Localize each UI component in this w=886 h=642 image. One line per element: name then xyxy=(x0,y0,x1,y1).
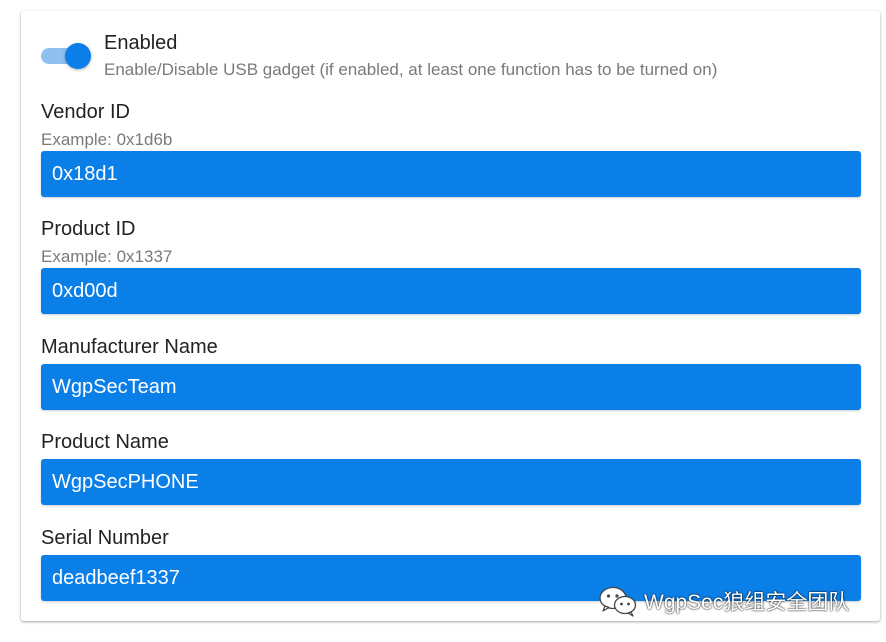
vendor-id-input[interactable]: 0x18d1 xyxy=(41,151,861,197)
vendor-id-label: Vendor ID xyxy=(41,101,130,123)
product-id-input[interactable]: 0xd00d xyxy=(41,268,861,314)
wechat-icon xyxy=(599,586,637,617)
product-id-hint: Example: 0x1337 xyxy=(41,247,173,266)
vendor-id-hint: Example: 0x1d6b xyxy=(41,130,173,149)
serial-number-label: Serial Number xyxy=(41,527,169,549)
toggle-thumb[interactable] xyxy=(65,43,91,69)
toggle-description: Enable/Disable USB gadget (if enabled, a… xyxy=(104,60,718,79)
watermark-text: WgpSec狼组安全团队 xyxy=(644,591,850,614)
product-id-label: Product ID xyxy=(41,218,136,240)
manufacturer-name-label: Manufacturer Name xyxy=(41,336,218,358)
manufacturer-name-input[interactable]: WgpSecTeam xyxy=(41,364,861,410)
toggle-title: Enabled xyxy=(104,32,178,54)
enabled-toggle[interactable] xyxy=(41,43,91,69)
watermark: WgpSec狼组安全团队 xyxy=(598,584,849,618)
product-name-label: Product Name xyxy=(41,431,169,453)
product-name-input[interactable]: WgpSecPHONE xyxy=(41,459,861,505)
